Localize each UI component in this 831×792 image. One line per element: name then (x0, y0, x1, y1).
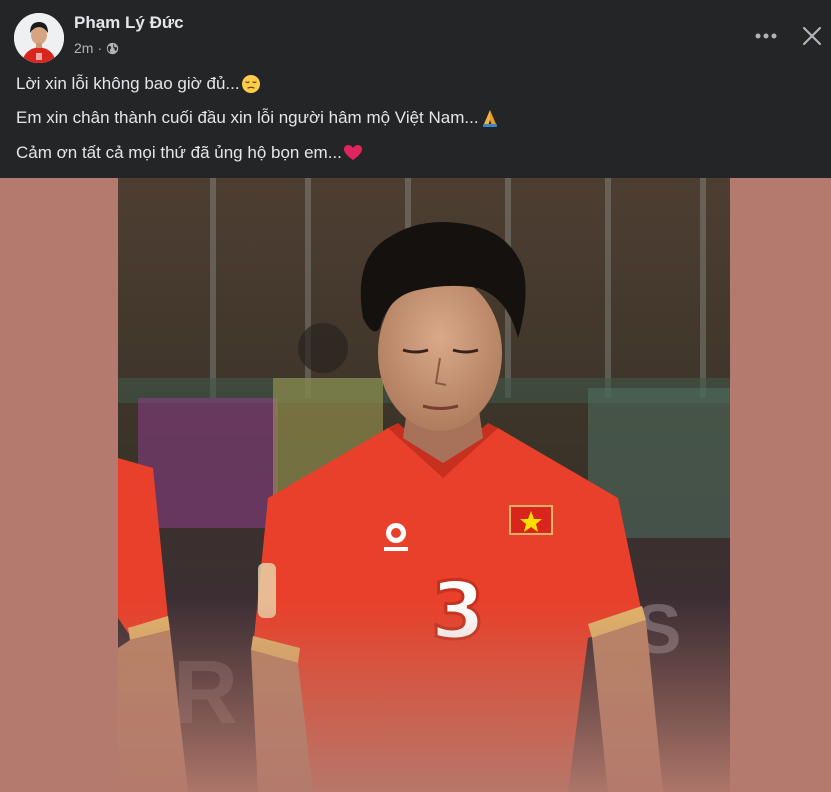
post-photo[interactable]: R YS (118, 178, 730, 792)
avatar-image (14, 13, 64, 63)
post-meta: 2m · (74, 40, 119, 56)
post-text-line-2: Em xin chân thành cuối đầu xin lỗi người… (16, 108, 500, 128)
post-text: Cảm ơn tất cả mọi thứ đã ủng hộ bọn em..… (16, 143, 342, 162)
red-heart-emoji (343, 143, 363, 163)
avatar[interactable] (14, 13, 64, 63)
more-dots-icon (755, 33, 777, 39)
post-text: Lời xin lỗi không bao giờ đủ... (16, 74, 240, 93)
post-text-line-3: Cảm ơn tất cả mọi thứ đã ủng hộ bọn em..… (16, 143, 363, 163)
meta-separator: · (97, 40, 103, 56)
folded-hands-emoji (480, 108, 500, 128)
close-icon (802, 26, 822, 46)
post-media: R YS (0, 178, 831, 792)
post-text-line-1: Lời xin lỗi không bao giờ đủ... (16, 74, 261, 94)
player-photo-image: R YS (118, 178, 730, 792)
close-button[interactable] (794, 18, 830, 54)
post-text: Em xin chân thành cuối đầu xin lỗi người… (16, 108, 479, 127)
pensive-face-emoji (241, 74, 261, 94)
author-name[interactable]: Phạm Lý Đức (74, 13, 184, 33)
post-time[interactable]: 2m (74, 40, 93, 56)
facebook-post: Phạm Lý Đức 2m · Lời xin lỗi không bao g… (0, 0, 831, 792)
more-options-button[interactable] (748, 20, 784, 52)
post-header: Phạm Lý Đức 2m · (0, 0, 831, 64)
globe-icon[interactable] (106, 42, 119, 55)
